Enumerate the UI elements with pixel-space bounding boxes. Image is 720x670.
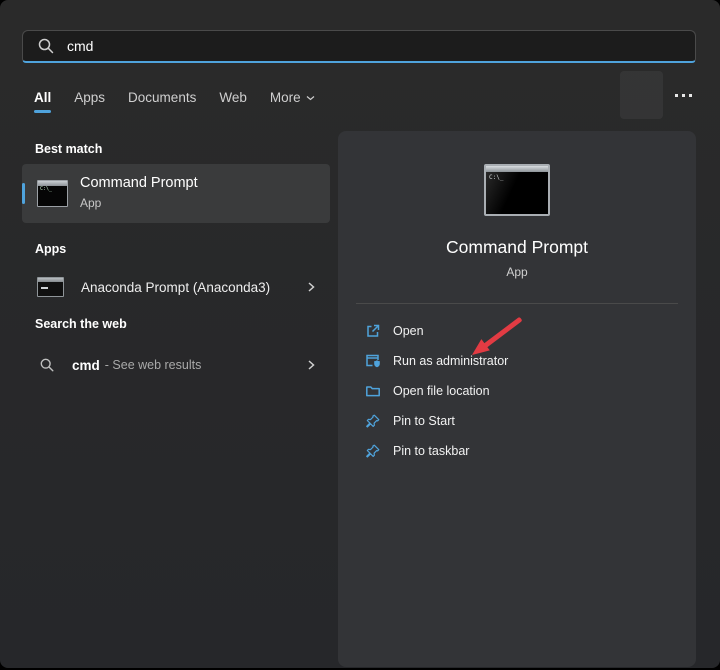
best-match-subtitle: App bbox=[80, 196, 101, 210]
action-open-file-location[interactable]: Open file location bbox=[338, 376, 696, 406]
tab-documents[interactable]: Documents bbox=[128, 90, 196, 105]
tab-more-label: More bbox=[270, 90, 301, 105]
best-match-heading: Best match bbox=[35, 142, 102, 156]
web-result-query: cmd bbox=[72, 358, 100, 373]
action-pin-to-start[interactable]: Pin to Start bbox=[338, 406, 696, 436]
terminal-icon bbox=[37, 277, 64, 297]
web-result-suffix: - See web results bbox=[105, 358, 202, 372]
ellipsis-icon bbox=[675, 94, 678, 97]
run-as-admin-icon bbox=[365, 353, 381, 369]
pin-icon bbox=[365, 413, 381, 429]
action-open[interactable]: Open bbox=[338, 316, 696, 346]
action-run-as-administrator[interactable]: Run as administrator bbox=[338, 346, 696, 376]
search-query-text: cmd bbox=[67, 38, 93, 54]
app-result-anaconda-prompt[interactable]: Anaconda Prompt (Anaconda3) bbox=[22, 267, 330, 307]
folder-icon bbox=[365, 383, 381, 399]
action-list: Open Run as administrator Open file loca… bbox=[338, 316, 696, 466]
best-match-title: Command Prompt bbox=[80, 175, 198, 191]
apps-heading: Apps bbox=[35, 242, 66, 256]
search-web-heading: Search the web bbox=[35, 317, 127, 331]
more-options-button[interactable] bbox=[668, 87, 698, 103]
selection-accent-bar bbox=[22, 183, 25, 204]
active-tab-indicator bbox=[34, 110, 51, 113]
search-filter-tabs: All Apps Documents Web More bbox=[34, 90, 315, 105]
search-input[interactable]: cmd bbox=[22, 30, 696, 63]
panel-app-subtitle: App bbox=[338, 265, 696, 279]
panel-app-title: Command Prompt bbox=[338, 237, 696, 258]
hover-highlight-box bbox=[620, 71, 663, 119]
search-icon bbox=[39, 357, 55, 373]
open-external-icon bbox=[365, 323, 381, 339]
pin-icon bbox=[365, 443, 381, 459]
tab-apps[interactable]: Apps bbox=[74, 90, 105, 105]
command-prompt-icon: C:\_ bbox=[37, 180, 68, 207]
result-detail-panel: C:\_ Command Prompt App Open Run as bbox=[338, 131, 696, 667]
action-pin-to-taskbar[interactable]: Pin to taskbar bbox=[338, 436, 696, 466]
web-result-cmd[interactable]: cmd - See web results bbox=[22, 347, 330, 383]
app-result-label: Anaconda Prompt (Anaconda3) bbox=[81, 280, 270, 295]
chevron-down-icon bbox=[306, 95, 315, 101]
search-flyout-window: cmd All Apps Documents Web More Best mat… bbox=[0, 0, 720, 668]
chevron-right-icon[interactable] bbox=[306, 359, 316, 371]
command-prompt-icon-large: C:\_ bbox=[484, 164, 550, 216]
best-match-result-command-prompt[interactable]: C:\_ Command Prompt App bbox=[22, 164, 330, 223]
search-icon bbox=[37, 37, 55, 55]
tab-all[interactable]: All bbox=[34, 90, 51, 105]
tab-more[interactable]: More bbox=[270, 90, 315, 105]
panel-divider bbox=[356, 303, 678, 304]
tab-web[interactable]: Web bbox=[219, 90, 247, 105]
chevron-right-icon[interactable] bbox=[306, 281, 316, 293]
